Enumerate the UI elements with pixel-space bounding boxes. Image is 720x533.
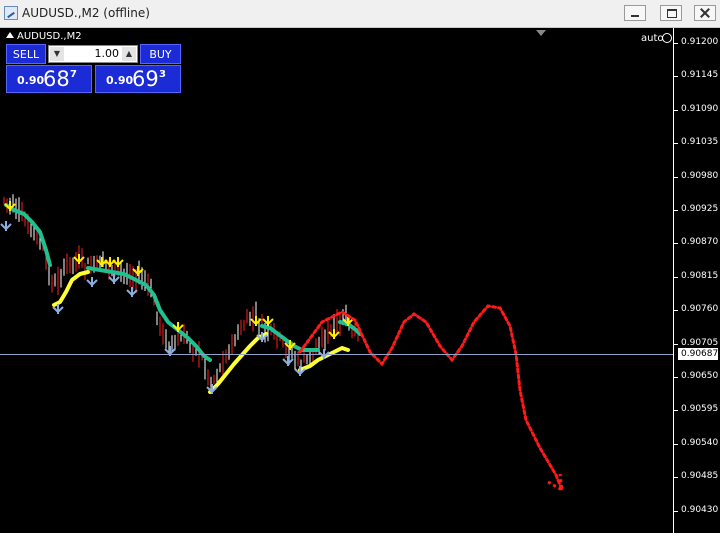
ask-price-button[interactable]: 0.90 69 3: [95, 65, 181, 93]
signal-markers: [0, 201, 354, 394]
price-axis-tick: [674, 76, 678, 77]
collapse-triangle-icon[interactable]: [6, 32, 14, 38]
price-axis-tick: [674, 344, 678, 345]
price-axis-label: 0.90485: [681, 471, 719, 481]
price-axis-tick: [674, 143, 678, 144]
bid-price-button[interactable]: 0.90 68 7: [6, 65, 92, 93]
price-axis-border: [673, 28, 674, 533]
price-axis-tick: [674, 310, 678, 311]
chart-symbol-label[interactable]: AUDUSD.,M2: [6, 31, 82, 42]
forecast-arrow-path: [298, 304, 564, 492]
title-bar: AUDUSD.,M2 (offline): [0, 0, 720, 28]
symbol-text: AUDUSD.,M2: [17, 31, 82, 42]
expert-smiley-icon: [662, 33, 672, 43]
price-axis-tick: [674, 511, 678, 512]
price-axis-label: 0.91200: [681, 37, 719, 47]
lot-value[interactable]: 1.00: [95, 47, 120, 60]
price-axis-tick: [674, 377, 678, 378]
auto-label: auto: [641, 33, 664, 44]
window-title: AUDUSD.,M2 (offline): [22, 6, 150, 20]
trend-band: [52, 270, 90, 307]
price-axis-label: 0.90650: [681, 371, 719, 381]
lot-increase-icon[interactable]: ▲: [122, 47, 136, 61]
maximize-button[interactable]: [660, 5, 682, 21]
sell-button[interactable]: SELL: [6, 44, 46, 64]
price-axis-tick: [674, 410, 678, 411]
bid-big: 68: [43, 67, 70, 91]
buy-arrow-icon: [86, 277, 98, 287]
price-axis-tick: [674, 277, 678, 278]
price-axis-label: 0.90925: [681, 204, 719, 214]
ask-big: 69: [132, 67, 159, 91]
trend-band: [208, 332, 268, 394]
lot-decrease-icon[interactable]: ▼: [50, 47, 64, 61]
ask-prefix: 0.90: [106, 74, 134, 87]
price-axis-tick: [674, 444, 678, 445]
price-axis-label: 0.90705: [681, 338, 719, 348]
price-axis-tick: [674, 477, 678, 478]
price-axis-label: 0.91145: [681, 70, 719, 80]
candles: [3, 194, 359, 392]
bid-prefix: 0.90: [17, 74, 45, 87]
price-axis-label: 0.90595: [681, 404, 719, 414]
trend-band: [86, 266, 212, 362]
price-axis-label: 0.90430: [681, 505, 719, 515]
price-axis-tick: [674, 110, 678, 111]
price-axis-label: 0.90540: [681, 438, 719, 448]
price-axis-tick: [674, 243, 678, 244]
price-axis-tick: [674, 210, 678, 211]
price-axis-tick: [674, 177, 678, 178]
lot-size-input[interactable]: ▼ 1.00 ▲: [48, 45, 138, 63]
one-click-trading-panel: SELL ▼ 1.00 ▲ BUY 0.90 68 7 0.90 69 3: [6, 44, 181, 94]
chart-window-icon: [4, 6, 18, 20]
close-button[interactable]: [694, 5, 716, 21]
minimize-button[interactable]: [624, 5, 646, 21]
price-chart[interactable]: [0, 28, 673, 533]
price-axis-label: 0.90815: [681, 271, 719, 281]
price-axis-label: 0.90980: [681, 171, 719, 181]
price-axis-label: 0.91090: [681, 104, 719, 114]
buy-arrow-icon: [0, 221, 12, 231]
bid-sup: 7: [70, 69, 77, 80]
current-price-label: 0.90687: [678, 348, 718, 360]
current-price-line: [0, 354, 673, 355]
buy-button[interactable]: BUY: [140, 44, 181, 64]
price-axis-tick: [674, 43, 678, 44]
price-axis-label: 0.90870: [681, 237, 719, 247]
price-axis-label: 0.91035: [681, 137, 719, 147]
price-axis-label: 0.90760: [681, 304, 719, 314]
chart-shift-marker[interactable]: [536, 30, 546, 36]
ask-sup: 3: [159, 69, 166, 80]
